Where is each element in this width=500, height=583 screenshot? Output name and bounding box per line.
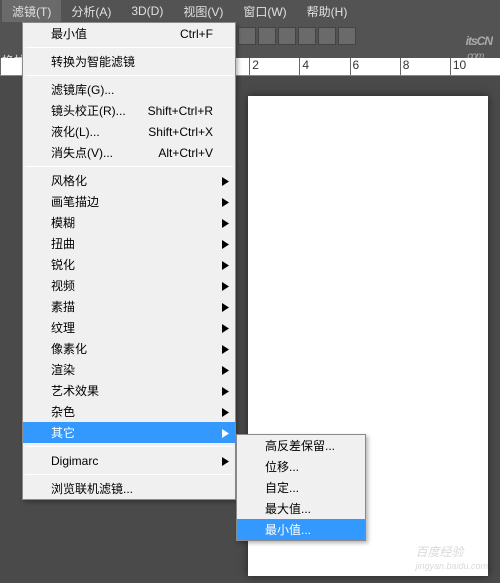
- arrow-right-icon: [222, 238, 229, 252]
- menu-help[interactable]: 帮助(H): [297, 0, 358, 23]
- arrow-right-icon: [222, 175, 229, 189]
- other-submenu: 高反差保留... 位移... 自定... 最大值... 最小值...: [236, 434, 366, 541]
- arrow-right-icon: [222, 455, 229, 469]
- menu-sketch[interactable]: 素描: [23, 296, 235, 317]
- menu-last-filter[interactable]: 最小值Ctrl+F: [23, 23, 235, 44]
- tool-icon[interactable]: [258, 27, 276, 45]
- arrow-right-icon: [222, 217, 229, 231]
- menu-analysis[interactable]: 分析(A): [61, 0, 121, 23]
- submenu-maximum[interactable]: 最大值...: [237, 498, 365, 519]
- submenu-highpass[interactable]: 高反差保留...: [237, 435, 365, 456]
- menu-sharpen[interactable]: 锐化: [23, 254, 235, 275]
- arrow-right-icon: [222, 196, 229, 210]
- submenu-minimum[interactable]: 最小值...: [237, 519, 365, 540]
- menu-noise[interactable]: 杂色: [23, 401, 235, 422]
- separator: [25, 47, 233, 48]
- arrow-right-icon: [222, 322, 229, 336]
- tool-icon[interactable]: [278, 27, 296, 45]
- submenu-offset[interactable]: 位移...: [237, 456, 365, 477]
- arrow-right-icon: [222, 301, 229, 315]
- menu-distort[interactable]: 扭曲: [23, 233, 235, 254]
- menu-window[interactable]: 窗口(W): [233, 0, 296, 23]
- menu-view[interactable]: 视图(V): [173, 0, 233, 23]
- tool-icon[interactable]: [338, 27, 356, 45]
- menu-filter-gallery[interactable]: 滤镜库(G)...: [23, 79, 235, 100]
- menu-texture[interactable]: 纹理: [23, 317, 235, 338]
- separator: [25, 75, 233, 76]
- menu-pixelate[interactable]: 像素化: [23, 338, 235, 359]
- menu-lens-correction[interactable]: 镜头校正(R)...Shift+Ctrl+R: [23, 100, 235, 121]
- arrow-right-icon: [222, 259, 229, 273]
- menu-stylize[interactable]: 风格化: [23, 170, 235, 191]
- watermark: itsCN.com: [466, 25, 492, 62]
- submenu-custom[interactable]: 自定...: [237, 477, 365, 498]
- separator: [25, 446, 233, 447]
- menu-render[interactable]: 渲染: [23, 359, 235, 380]
- menu-other[interactable]: 其它: [23, 422, 235, 443]
- arrow-right-icon: [222, 427, 229, 441]
- arrow-right-icon: [222, 364, 229, 378]
- menu-brush-strokes[interactable]: 画笔描边: [23, 191, 235, 212]
- menu-digimarc[interactable]: Digimarc: [23, 450, 235, 471]
- menu-3d[interactable]: 3D(D): [121, 1, 173, 21]
- arrow-right-icon: [222, 385, 229, 399]
- menu-video[interactable]: 视频: [23, 275, 235, 296]
- tool-icon[interactable]: [238, 27, 256, 45]
- menu-convert-smart[interactable]: 转换为智能滤镜: [23, 51, 235, 72]
- menubar: 滤镜(T) 分析(A) 3D(D) 视图(V) 窗口(W) 帮助(H): [0, 0, 500, 22]
- menu-browse-online[interactable]: 浏览联机滤镜...: [23, 478, 235, 499]
- menu-filter[interactable]: 滤镜(T): [2, 0, 61, 23]
- arrow-right-icon: [222, 280, 229, 294]
- watermark: 百度经验jingyan.baidu.com: [415, 543, 488, 571]
- tool-icon[interactable]: [298, 27, 316, 45]
- arrow-right-icon: [222, 406, 229, 420]
- menu-liquify[interactable]: 液化(L)...Shift+Ctrl+X: [23, 121, 235, 142]
- filter-menu: 最小值Ctrl+F 转换为智能滤镜 滤镜库(G)... 镜头校正(R)...Sh…: [22, 22, 236, 500]
- separator: [25, 166, 233, 167]
- menu-blur[interactable]: 模糊: [23, 212, 235, 233]
- arrow-right-icon: [222, 343, 229, 357]
- tool-icon[interactable]: [318, 27, 336, 45]
- menu-artistic[interactable]: 艺术效果: [23, 380, 235, 401]
- separator: [25, 474, 233, 475]
- menu-vanishing-point[interactable]: 消失点(V)...Alt+Ctrl+V: [23, 142, 235, 163]
